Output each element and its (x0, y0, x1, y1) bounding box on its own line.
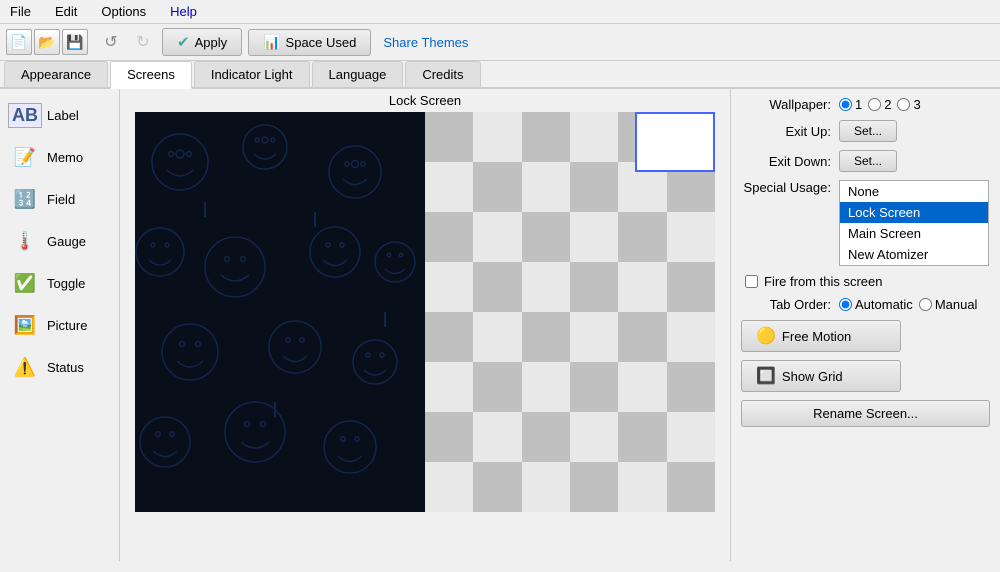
screen-title: Lock Screen (120, 89, 730, 112)
menu-options[interactable]: Options (95, 2, 152, 21)
label-icon: AB (11, 101, 39, 129)
dropdown-lock-screen[interactable]: Lock Screen (840, 202, 988, 223)
wallpaper-1-label[interactable]: 1 (839, 97, 862, 112)
exit-down-row: Exit Down: Set... (741, 150, 990, 172)
exit-down-label: Exit Down: (741, 154, 831, 169)
dropdown-main-screen[interactable]: Main Screen (840, 223, 988, 244)
tab-order-label: Tab Order: (741, 297, 831, 312)
space-used-button[interactable]: 📊 Space Used (248, 29, 371, 56)
dropdown-none[interactable]: None (840, 181, 988, 202)
checkerboard-canvas[interactable] (425, 112, 715, 512)
fire-from-label: Fire from this screen (764, 274, 882, 289)
sidebar-item-gauge[interactable]: 🌡️ Gauge (0, 221, 119, 261)
toggle-icon: ✅ (11, 269, 39, 297)
sidebar-item-label[interactable]: AB Label (0, 95, 119, 135)
right-panel: Wallpaper: 1 2 3 Exit Up: Set... (730, 89, 1000, 561)
open-button[interactable]: 📂 (34, 29, 60, 55)
exit-up-row: Exit Up: Set... (741, 120, 990, 142)
apply-button[interactable]: ✔ Apply (162, 28, 242, 56)
tab-order-row: Tab Order: Automatic Manual (741, 297, 990, 312)
wallpaper-3-radio[interactable] (897, 98, 910, 111)
wallpaper-2-label[interactable]: 2 (868, 97, 891, 112)
tab-order-radio-group: Automatic Manual (839, 297, 977, 312)
highlight-box (635, 112, 715, 172)
wallpaper-row: Wallpaper: 1 2 3 (741, 97, 990, 112)
sidebar-item-field[interactable]: 🔢 Field (0, 179, 119, 219)
dark-canvas[interactable] (135, 112, 425, 512)
show-grid-icon: 🔲 (756, 366, 776, 386)
tab-indicator-light[interactable]: Indicator Light (194, 61, 310, 87)
menu-bar: File Edit Options Help (0, 0, 1000, 24)
fire-from-checkbox[interactable] (745, 275, 758, 288)
tab-order-manual-radio[interactable] (919, 298, 932, 311)
sidebar-item-toggle[interactable]: ✅ Toggle (0, 263, 119, 303)
wallpaper-2-radio[interactable] (868, 98, 881, 111)
menu-help[interactable]: Help (164, 2, 203, 21)
sidebar-item-picture[interactable]: 🖼️ Picture (0, 305, 119, 345)
show-grid-button[interactable]: 🔲 Show Grid (741, 360, 901, 392)
wallpaper-radio-group: 1 2 3 (839, 97, 921, 112)
tab-appearance[interactable]: Appearance (4, 61, 108, 87)
undo-button[interactable]: ↺ (98, 29, 124, 55)
redo-button[interactable]: ↻ (130, 29, 156, 55)
status-icon: ⚠️ (11, 353, 39, 381)
exit-up-set-button[interactable]: Set... (839, 120, 897, 142)
main-content: AB Label 📝 Memo 🔢 Field 🌡️ Gauge ✅ Toggl… (0, 89, 1000, 561)
wallpaper-3-label[interactable]: 3 (897, 97, 920, 112)
fire-from-row: Fire from this screen (745, 274, 990, 289)
share-themes-link[interactable]: Share Themes (383, 35, 468, 50)
tab-order-automatic-radio[interactable] (839, 298, 852, 311)
special-usage-dropdown[interactable]: None Lock Screen Main Screen New Atomize… (839, 180, 989, 266)
tab-order-automatic-label[interactable]: Automatic (839, 297, 913, 312)
tab-screens[interactable]: Screens (110, 61, 192, 89)
check-icon: ✔ (177, 33, 190, 51)
dropdown-new-atomizer[interactable]: New Atomizer (840, 244, 988, 265)
chart-icon: 📊 (263, 34, 280, 51)
sidebar: AB Label 📝 Memo 🔢 Field 🌡️ Gauge ✅ Toggl… (0, 89, 120, 561)
sidebar-item-status[interactable]: ⚠️ Status (0, 347, 119, 387)
new-button[interactable]: 📄 (6, 29, 32, 55)
menu-file[interactable]: File (4, 2, 37, 21)
wallpaper-label: Wallpaper: (741, 97, 831, 112)
memo-icon: 📝 (11, 143, 39, 171)
exit-down-set-button[interactable]: Set... (839, 150, 897, 172)
file-icons: 📄 📂 💾 (6, 29, 88, 55)
center-area: Lock Screen (120, 89, 730, 561)
special-usage-label: Special Usage: (741, 180, 831, 195)
rename-screen-button[interactable]: Rename Screen... (741, 400, 990, 427)
tab-language[interactable]: Language (312, 61, 404, 87)
gauge-icon: 🌡️ (11, 227, 39, 255)
save-button[interactable]: 💾 (62, 29, 88, 55)
menu-edit[interactable]: Edit (49, 2, 83, 21)
special-usage-row: Special Usage: None Lock Screen Main Scr… (741, 180, 990, 266)
free-motion-icon: 🟡 (756, 326, 776, 346)
toolbar: 📄 📂 💾 ↺ ↻ ✔ Apply 📊 Space Used Share The… (0, 24, 1000, 61)
tab-credits[interactable]: Credits (405, 61, 480, 87)
free-motion-button[interactable]: 🟡 Free Motion (741, 320, 901, 352)
tab-bar: Appearance Screens Indicator Light Langu… (0, 61, 1000, 89)
picture-icon: 🖼️ (11, 311, 39, 339)
field-icon: 🔢 (11, 185, 39, 213)
tab-order-manual-label[interactable]: Manual (919, 297, 978, 312)
exit-up-label: Exit Up: (741, 124, 831, 139)
wallpaper-1-radio[interactable] (839, 98, 852, 111)
sidebar-item-memo[interactable]: 📝 Memo (0, 137, 119, 177)
